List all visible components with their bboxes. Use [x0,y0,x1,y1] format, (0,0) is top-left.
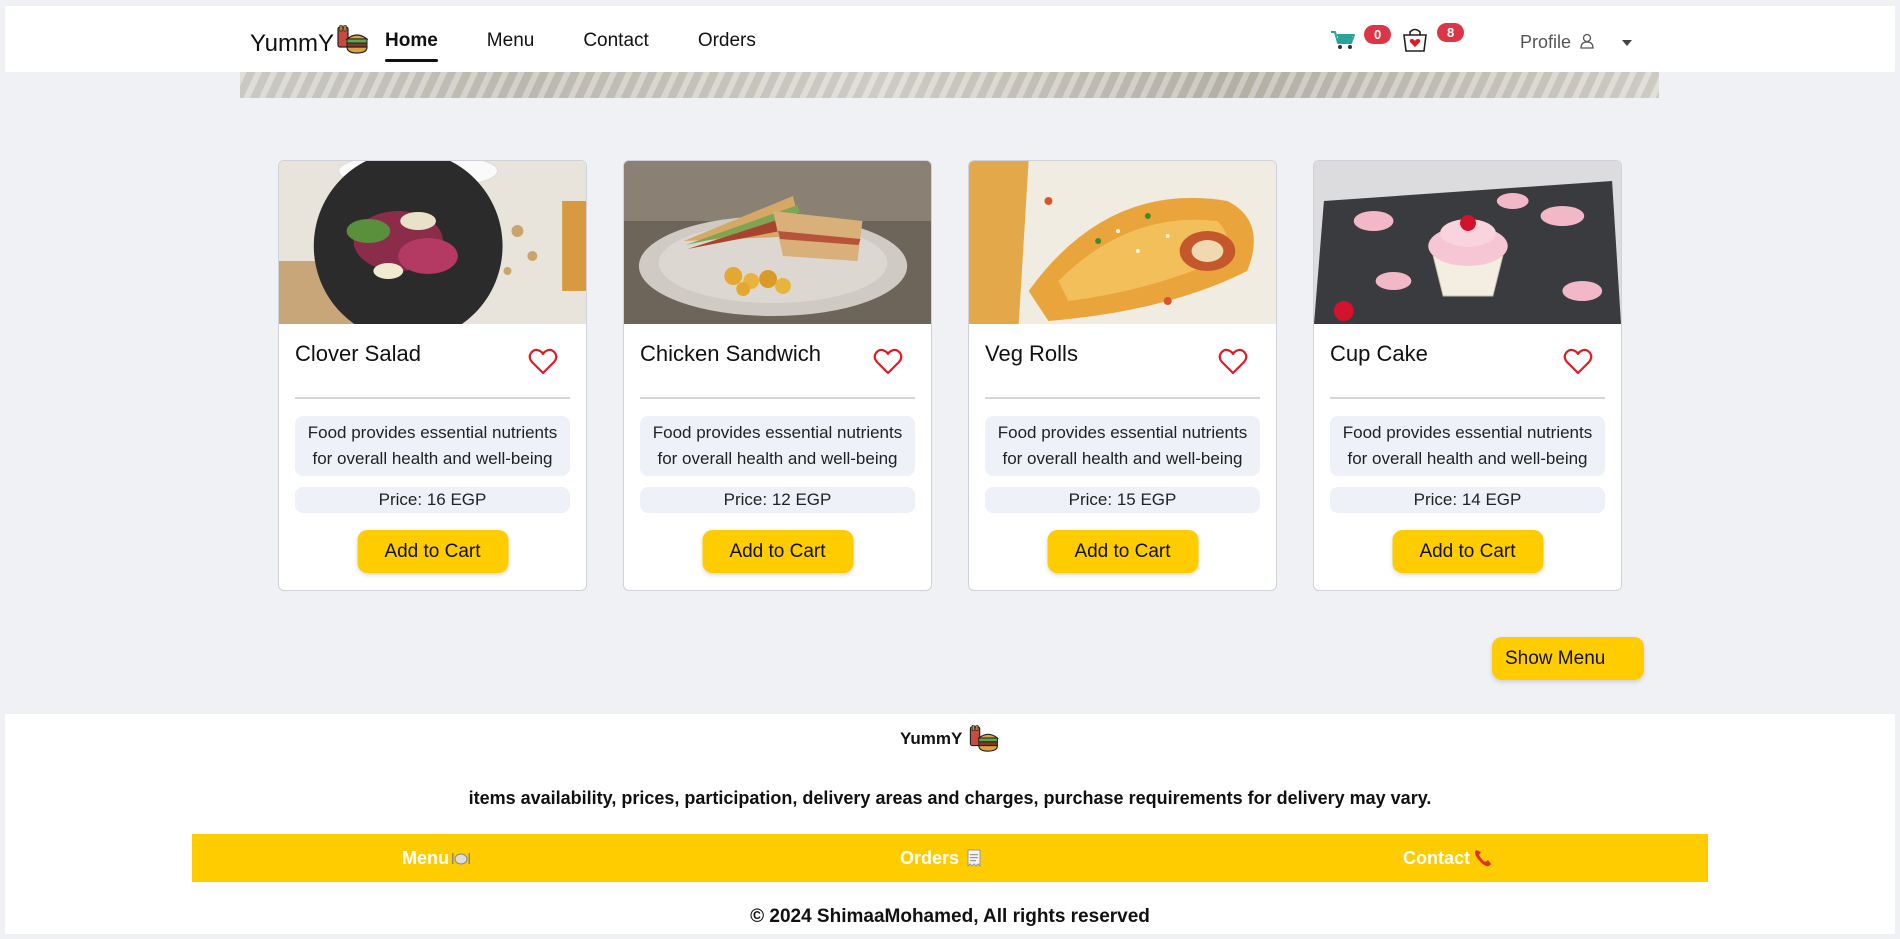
footer-link-contact[interactable]: Contact [1403,834,1493,882]
footer-nav-bar: Menu Orders Contact [192,834,1708,882]
profile-label: Profile [1520,31,1572,52]
cart-icon [1330,30,1356,55]
copyright-text: © 2024 ShimaaMohamed, All rights reserve… [750,906,1150,927]
profile-dropdown[interactable]: Profile [1520,30,1633,54]
nav-link-orders[interactable]: Orders [698,30,756,62]
shopping-bag-button[interactable]: 8 [1400,22,1520,58]
heart-icon[interactable] [1563,348,1593,380]
nav-right: 0 8 Profile [1330,22,1633,62]
product-cards: Clover Salad Food provides essential nut… [278,160,1658,591]
nav-link-home[interactable]: Home [385,30,438,62]
card-divider [1330,397,1605,399]
heart-icon[interactable] [528,348,558,380]
show-menu-button[interactable]: Show Menu [1492,637,1644,680]
receipt-icon [967,849,981,867]
add-to-cart-button[interactable]: Add to Cart [1392,530,1543,573]
product-price: Price: 15 EGP [985,487,1260,513]
bag-count-badge: 8 [1437,22,1465,42]
cart-button[interactable]: 0 [1330,24,1400,56]
card-divider [985,397,1260,399]
food-logo-icon [335,24,369,62]
nav-link-contact[interactable]: Contact [583,30,648,62]
footer-link-menu-label: Menu [402,848,449,868]
footer-link-orders-label: Orders [900,848,960,868]
product-card: Cup Cake Food provides essential nutrien… [1313,160,1622,591]
product-price: Price: 16 EGP [295,487,570,513]
footer-link-contact-label: Contact [1403,848,1470,868]
product-card: Veg Rolls Food provides essential nutrie… [968,160,1277,591]
chicken-sandwich-image [624,161,931,324]
card-divider [295,397,570,399]
product-description: Food provides essential nutrients for ov… [985,416,1260,476]
product-name: Chicken Sandwich [640,341,821,366]
add-to-cart-button[interactable]: Add to Cart [702,530,853,573]
brand-text: YummY [250,29,335,57]
product-card: Clover Salad Food provides essential nut… [278,160,587,591]
hero-banner-image [240,72,1659,98]
chevron-down-icon [1621,31,1633,52]
footer-link-menu[interactable]: Menu [402,834,470,882]
food-logo-icon [970,725,1000,752]
plate-icon [452,850,470,866]
heart-icon[interactable] [873,348,903,380]
phone-icon [1473,848,1493,868]
footer-brand-text: YummY [900,729,963,748]
product-name: Clover Salad [295,341,421,366]
cup-cake-image [1314,161,1621,324]
product-price: Price: 14 EGP [1330,487,1605,513]
product-price: Price: 12 EGP [640,487,915,513]
product-name: Veg Rolls [985,341,1078,366]
nav-links: Home Menu Contact Orders [385,30,805,62]
add-to-cart-button[interactable]: Add to Cart [357,530,508,573]
add-to-cart-button[interactable]: Add to Cart [1047,530,1198,573]
user-icon [1579,33,1595,54]
cart-count-badge: 0 [1364,24,1392,44]
brand[interactable]: YummY [250,24,369,62]
footer: YummY items availability, prices, partic… [5,714,1895,934]
product-name: Cup Cake [1330,341,1428,366]
product-description: Food provides essential nutrients for ov… [295,416,570,476]
shopping-bag-icon [1400,28,1430,57]
nav-link-menu[interactable]: Menu [487,30,535,62]
clover-salad-image [279,161,586,324]
veg-rolls-image [969,161,1276,324]
product-description: Food provides essential nutrients for ov… [640,416,915,476]
footer-brand: YummY [900,725,1000,753]
card-divider [640,397,915,399]
footer-link-orders[interactable]: Orders [900,834,981,882]
navbar: YummY Home Menu Contact Orders 0 8 Profi… [5,6,1895,72]
product-card: Chicken Sandwich Food provides essential… [623,160,932,591]
product-description: Food provides essential nutrients for ov… [1330,416,1605,476]
heart-icon[interactable] [1218,348,1248,380]
footer-disclaimer: items availability, prices, participatio… [468,788,1432,808]
